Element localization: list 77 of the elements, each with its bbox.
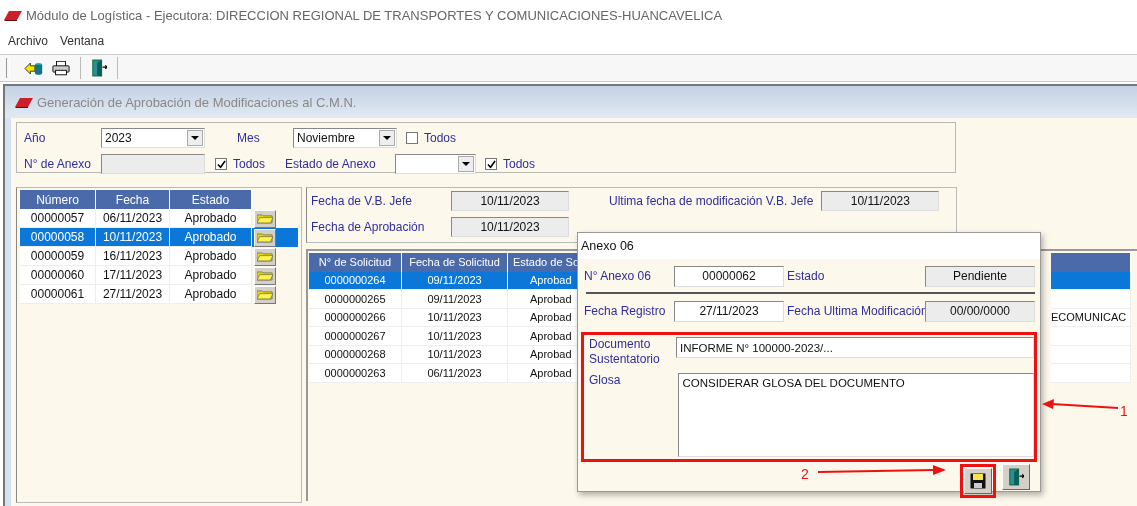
field-label: Ultima fecha de modificación V.B. Jefe [609, 194, 814, 208]
folder-icon[interactable] [254, 266, 276, 285]
date-field[interactable]: 10/11/2023 [451, 217, 569, 237]
date-field[interactable]: 10/11/2023 [821, 191, 940, 211]
menu-item[interactable]: Archivo [8, 34, 48, 48]
table-cell: 00000060 [20, 266, 96, 285]
exit-door-icon[interactable] [1002, 464, 1030, 490]
table-cell: 0000000263 [309, 364, 402, 383]
field-label: Estado [787, 269, 826, 283]
input-field[interactable]: INFORME N° 100000-2023/... [676, 337, 1034, 358]
table-cell: 00000059 [20, 247, 96, 266]
child-window-title: Generación de Aprobación de Modificaciones al C.M.N. [37, 94, 357, 110]
field-label: N° de Anexo [24, 157, 92, 171]
table-cell: 17/11/2023 [96, 266, 170, 285]
checkbox-label: Todos [233, 157, 266, 171]
table-cell: 06/11/2023 [96, 209, 170, 228]
folder-icon[interactable] [254, 247, 276, 266]
table-cell: 0000000267 [309, 327, 402, 346]
table-cell: 0000000265 [309, 290, 402, 309]
print-icon[interactable] [50, 58, 72, 78]
input-field[interactable]: 00000062 [674, 265, 784, 287]
window-title: Módulo de Logística - Ejecutora: DIRECCION REGIONAL DE TRANSPORTES Y COMUNICACIONES-HUANCAVELICA [26, 7, 723, 23]
field-label: Documento Sustentatorio [589, 337, 661, 367]
column-header: N° de Solicitud [309, 253, 402, 272]
folder-icon[interactable] [254, 228, 276, 247]
status-field: Pendiente [925, 265, 1035, 287]
column-header: Estado [170, 190, 252, 209]
year-dropdown[interactable]: 2023 [101, 128, 205, 148]
field-label: Fecha Registro [584, 304, 667, 318]
text-area[interactable]: CONSIDERAR GLOSA DEL DOCUMENTO [678, 373, 1034, 457]
book-icon [15, 96, 33, 108]
checkbox-label: Todos [424, 131, 457, 145]
column-header: Fecha de Solicitud [402, 253, 508, 272]
table-cell: Aprobado [170, 266, 252, 285]
table-cell: Aprobado [170, 285, 252, 304]
folder-icon[interactable] [254, 285, 276, 304]
folder-icon[interactable] [254, 209, 276, 228]
table-cell: 27/11/2023 [96, 285, 170, 304]
field-label: Mes [237, 131, 261, 145]
checkbox[interactable] [406, 132, 418, 144]
table-cell: 00000061 [20, 285, 96, 304]
date-field: 00/00/0000 [925, 300, 1035, 322]
field-label: Fecha de Aprobación [311, 220, 426, 234]
field-label: Glosa [589, 373, 622, 387]
field-label: Fecha de V.B. Jefe [311, 194, 413, 208]
column-header: Fecha [96, 190, 170, 209]
annotation-number: 1 [1120, 403, 1128, 419]
month-dropdown[interactable]: Noviembre [293, 128, 397, 148]
exit-door-icon[interactable] [89, 57, 109, 79]
input-field[interactable] [101, 154, 205, 174]
checkbox-label: Todos [503, 157, 536, 171]
menu-item[interactable]: Ventana [60, 34, 105, 48]
table-cell: 00000058 [20, 228, 96, 247]
column-header: Número [20, 190, 96, 209]
field-label: N° Anexo 06 [584, 269, 652, 283]
date-field[interactable]: 10/11/2023 [451, 191, 569, 211]
table-cell: Aprobado [170, 247, 252, 266]
date-field[interactable]: 27/11/2023 [674, 300, 784, 322]
field-label: Estado de Anexo [285, 157, 377, 171]
table-cell: 06/11/2023 [402, 364, 508, 383]
table-cell: Aprobado [170, 228, 252, 247]
dropdown-arrow-icon [383, 136, 391, 140]
dropdown-arrow-icon [191, 136, 199, 140]
status-dropdown[interactable] [395, 154, 476, 174]
table-cell: 10/11/2023 [402, 327, 508, 346]
dialog-title: Anexo 06 [578, 233, 1040, 259]
table-cell: 10/11/2023 [96, 228, 170, 247]
field-label: Año [24, 131, 47, 145]
table-cell: 09/11/2023 [402, 290, 508, 309]
table-cell: Aprobado [170, 209, 252, 228]
table-cell: 00000057 [20, 209, 96, 228]
checkbox[interactable] [215, 158, 227, 170]
annotation-number: 2 [801, 466, 809, 482]
dropdown-arrow-icon [462, 162, 470, 166]
book-icon [4, 9, 22, 21]
table-cell: 16/11/2023 [96, 247, 170, 266]
checkbox[interactable] [485, 158, 497, 170]
